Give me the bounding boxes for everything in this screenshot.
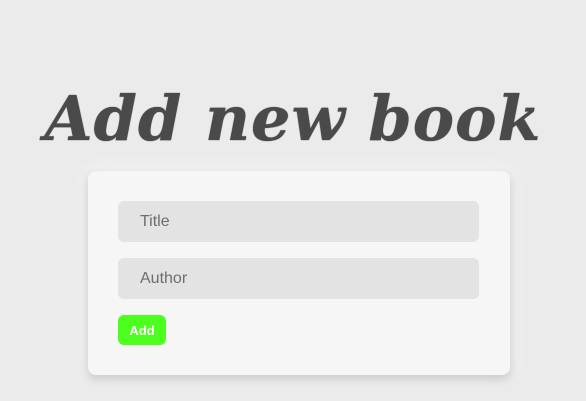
author-input[interactable] (118, 258, 479, 299)
title-input[interactable] (118, 201, 479, 242)
add-button[interactable]: Add (118, 315, 166, 345)
page: Add new book Add (0, 0, 586, 401)
page-title: Add new book (44, 81, 542, 155)
add-book-form: Add (88, 171, 510, 375)
